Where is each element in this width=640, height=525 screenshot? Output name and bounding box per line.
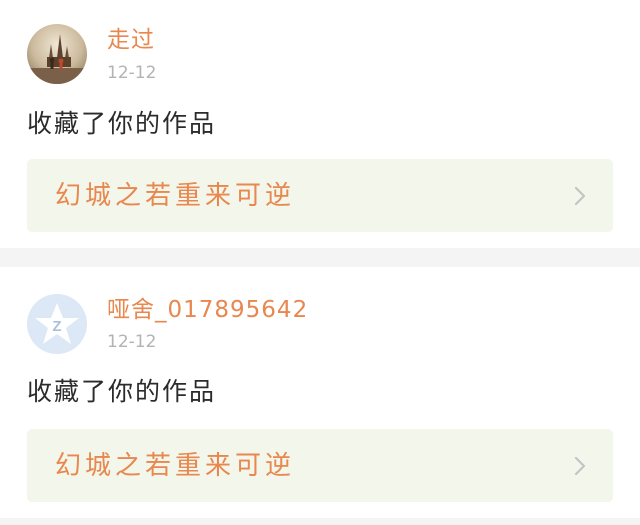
user-avatar[interactable] xyxy=(27,24,87,84)
timestamp: 12-12 xyxy=(107,63,157,83)
castle-photo-avatar-icon xyxy=(27,24,87,84)
username[interactable]: 哑舍_017895642 xyxy=(107,296,308,324)
username[interactable]: 走过 xyxy=(107,26,155,54)
timestamp: 12-12 xyxy=(107,332,157,352)
work-title: 幻城之若重来可逆 xyxy=(55,451,296,481)
notification-card: 走过 12-12 收藏了你的作品 幻城之若重来可逆 xyxy=(0,0,640,248)
user-avatar[interactable]: Z xyxy=(27,294,87,354)
notification-card: Z 哑舍_017895642 12-12 收藏了你的作品 幻城之若重来可逆 xyxy=(0,267,640,518)
work-title: 幻城之若重来可逆 xyxy=(55,181,296,211)
default-star-avatar-icon: Z xyxy=(27,294,87,354)
svg-text:Z: Z xyxy=(52,318,61,335)
work-link-card[interactable]: 幻城之若重来可逆 xyxy=(27,429,613,502)
chevron-right-icon xyxy=(574,456,586,476)
activity-text: 收藏了你的作品 xyxy=(27,377,217,406)
activity-text: 收藏了你的作品 xyxy=(27,109,217,138)
chevron-right-icon xyxy=(574,186,586,206)
work-link-card[interactable]: 幻城之若重来可逆 xyxy=(27,159,613,232)
